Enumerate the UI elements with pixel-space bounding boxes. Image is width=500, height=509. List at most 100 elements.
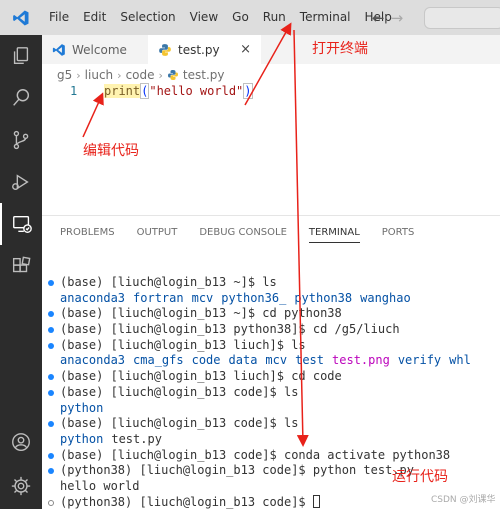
terminal-file-entry: cma_gfs: [133, 353, 184, 368]
terminal-file-entry: python: [60, 431, 104, 446]
terminal-line: (base) [liuch@login_b13 code]$ ls: [42, 385, 479, 401]
command-decoration-icon[interactable]: [48, 499, 54, 506]
terminal-file-entry: python: [60, 400, 104, 415]
terminal-file-entry: wanghao: [360, 290, 411, 305]
menu-item[interactable]: Terminal: [293, 0, 358, 35]
terminal-file-entry: fortran: [133, 290, 184, 305]
terminal-file-entry: test.py: [111, 431, 162, 446]
terminal-cursor[interactable]: [312, 494, 320, 508]
terminal-file-entry: code: [191, 353, 221, 368]
command-center-search[interactable]: [424, 7, 500, 29]
annotation-open-terminal: 打开终端: [312, 41, 368, 57]
terminal-line: (base) [liuch@login_b13 code]$ conda act…: [42, 448, 479, 464]
terminal-command: (base) [liuch@login_b13 code]$ ls: [60, 416, 299, 431]
panel-tab[interactable]: PORTS: [382, 227, 415, 243]
terminal-line: anaconda3 fortran mcv python36_ python38 wang…: [42, 291, 479, 307]
editor-tabs: Welcome test.py ×: [42, 35, 500, 64]
terminal-command: (base) [liuch@login_b13 liuch]$ ls: [60, 337, 306, 352]
terminal-command: (base) [liuch@login_b13 python38]$ cd /g…: [60, 322, 400, 337]
terminal-command: (base) [liuch@login_b13 liuch]$ cd code: [60, 369, 342, 384]
terminal-line: (base) [liuch@login_b13 ~]$ ls: [42, 275, 479, 291]
menu-item[interactable]: View: [183, 0, 225, 35]
settings-gear-icon[interactable]: [0, 465, 42, 507]
annotation-edit-code: 编辑代码: [83, 143, 139, 159]
command-decoration-icon[interactable]: [48, 389, 54, 396]
tab-test-py-label: test.py: [178, 42, 220, 57]
terminal-line: (base) [liuch@login_b13 liuch]$ cd code: [42, 369, 479, 385]
chevron-right-icon: ›: [76, 68, 81, 82]
code-line[interactable]: 1 print("hello world"): [42, 83, 500, 102]
code-paren: ): [243, 83, 253, 99]
terminal-output-text: hello world: [60, 478, 140, 493]
terminal-line: (python38) [liuch@login_b13 code]$: [42, 494, 479, 509]
panel-tabs: PROBLEMS OUTPUT DEBUG CONSOLE TERMINAL PORTS: [60, 227, 414, 243]
terminal-file-entry: whl: [449, 353, 471, 368]
terminal-file-entry: mcv: [265, 353, 288, 368]
navigation-arrows: ← →: [372, 0, 403, 35]
terminal-command: (base) [liuch@login_b13 ~]$ ls: [60, 275, 277, 289]
menu-item[interactable]: Edit: [76, 0, 113, 35]
chevron-right-icon: ›: [158, 68, 163, 82]
terminal-line: anaconda3 cma_gfs code data mcv test test.png v…: [42, 353, 479, 369]
menu-item[interactable]: Selection: [113, 0, 182, 35]
menu-item[interactable]: Run: [256, 0, 293, 35]
annotation-run-code: 运行代码: [392, 469, 448, 485]
command-decoration-icon[interactable]: [48, 452, 54, 459]
terminal-command: (base) [liuch@login_b13 ~]$ cd python38: [60, 306, 342, 321]
breadcrumb-item[interactable]: code: [126, 68, 155, 82]
title-bar: File Edit Selection View Go Run Terminal Help ←…: [0, 0, 500, 35]
terminal-file-entry: test: [295, 353, 325, 368]
source-control-icon[interactable]: [0, 119, 42, 161]
terminal-file-entry: anaconda3: [60, 353, 126, 368]
code-string: "hello world": [149, 84, 244, 98]
command-decoration-icon[interactable]: [48, 280, 54, 286]
code-content[interactable]: print("hello world"): [104, 83, 253, 99]
close-tab-icon[interactable]: ×: [240, 42, 251, 57]
tab-test-py[interactable]: test.py ×: [148, 35, 261, 64]
terminal-file-entry: test.png: [332, 353, 390, 368]
terminal-command: (base) [liuch@login_b13 code]$ ls: [60, 384, 299, 399]
command-decoration-icon[interactable]: [48, 327, 54, 334]
terminal-file-entry: python36_: [221, 290, 287, 305]
breadcrumb-item[interactable]: g5: [57, 68, 72, 82]
watermark: CSDN @刘课华: [431, 495, 496, 505]
panel-tab[interactable]: DEBUG CONSOLE: [199, 227, 287, 243]
account-icon[interactable]: [0, 421, 42, 463]
tab-welcome[interactable]: Welcome: [42, 35, 148, 64]
command-decoration-icon[interactable]: [48, 421, 54, 428]
vscode-logo-icon: [0, 0, 42, 35]
command-decoration-icon[interactable]: [48, 311, 54, 318]
command-decoration-icon[interactable]: [48, 342, 54, 349]
search-icon[interactable]: [0, 77, 42, 119]
python-file-icon: [167, 70, 178, 80]
terminal-file-entry: verify: [397, 353, 442, 368]
remote-explorer-icon[interactable]: [0, 203, 42, 245]
menu-item[interactable]: File: [42, 0, 76, 35]
command-decoration-icon[interactable]: [48, 374, 54, 381]
breadcrumb-item[interactable]: liuch: [85, 68, 113, 82]
code-paren: (: [140, 83, 150, 99]
line-number: 1: [70, 84, 78, 98]
terminal-line: python: [42, 401, 479, 417]
explorer-icon[interactable]: [0, 35, 42, 77]
terminal-line: (base) [liuch@login_b13 code]$ ls: [42, 416, 479, 432]
code-function: print: [104, 84, 141, 98]
vscode-small-icon: [52, 43, 65, 56]
back-arrow-icon[interactable]: ←: [372, 9, 385, 27]
run-debug-icon[interactable]: [0, 161, 42, 203]
forward-arrow-icon[interactable]: →: [391, 9, 404, 27]
command-decoration-icon[interactable]: [48, 468, 54, 475]
breadcrumb-item[interactable]: test.py: [183, 68, 225, 82]
menu-item[interactable]: Go: [225, 0, 256, 35]
terminal-file-entry: mcv: [191, 290, 214, 305]
terminal-line: (base) [liuch@login_b13 ~]$ cd python38: [42, 306, 479, 322]
bottom-panel: PROBLEMS OUTPUT DEBUG CONSOLE TERMINAL PORTS…: [42, 215, 500, 509]
panel-tab[interactable]: TERMINAL: [308, 227, 360, 243]
chevron-right-icon: ›: [117, 68, 122, 82]
extensions-icon[interactable]: [0, 245, 42, 287]
menu-bar: File Edit Selection View Go Run Terminal Help: [42, 0, 399, 35]
terminal-command: (python38) [liuch@login_b13 code]$: [60, 494, 313, 509]
panel-tab[interactable]: OUTPUT: [137, 227, 178, 243]
panel-tab[interactable]: PROBLEMS: [60, 227, 115, 243]
activity-bar: [0, 35, 42, 509]
